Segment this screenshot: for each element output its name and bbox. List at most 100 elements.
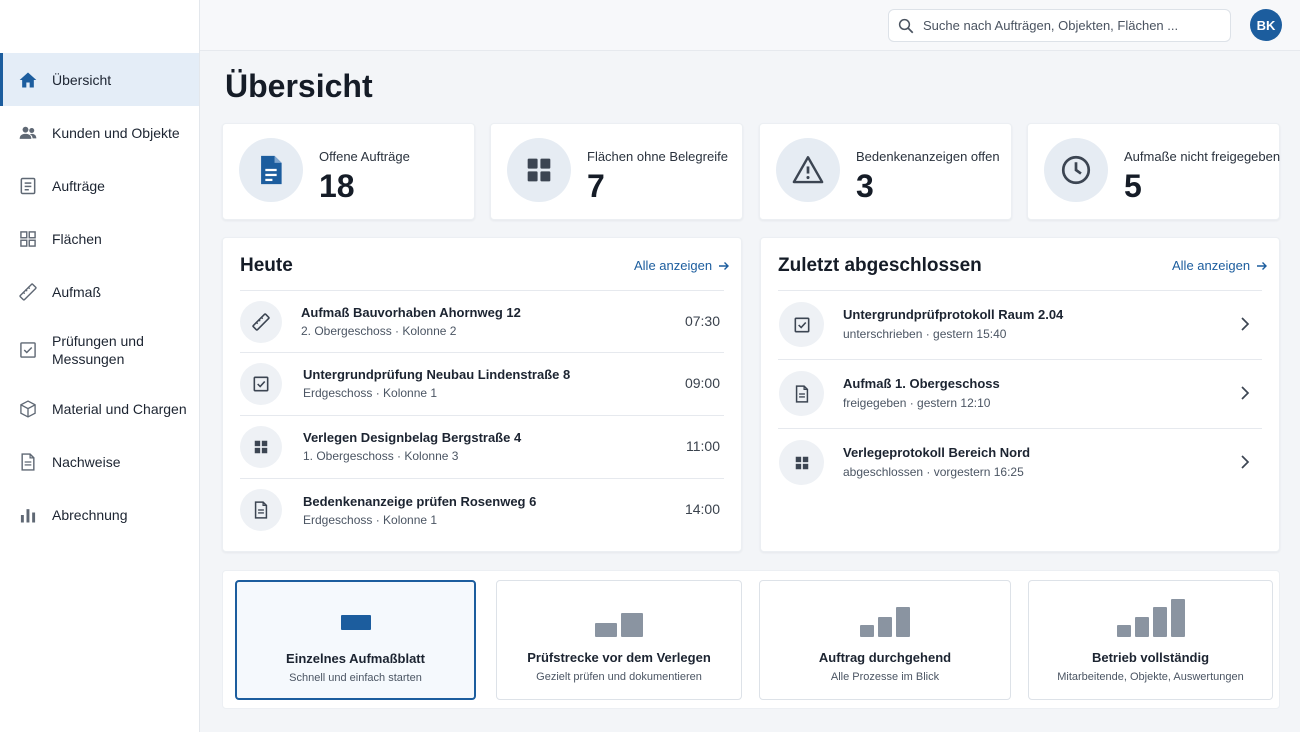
document-icon: [779, 371, 824, 416]
recent-panel: Zuletzt abgeschlossen Alle anzeigen Unte…: [760, 237, 1280, 552]
stat-label: Flächen ohne Belegreife: [587, 149, 728, 164]
stat-value: 18: [319, 168, 355, 204]
page-title: Übersicht: [225, 68, 373, 104]
checkbox-icon: [240, 363, 282, 405]
box-icon: [18, 399, 38, 419]
arrow-right-icon: [719, 261, 730, 270]
plan-option-pruefstrecke[interactable]: Prüfstrecke vor dem Verlegen Gezielt prü…: [496, 580, 742, 700]
link-label: Alle anzeigen: [1172, 258, 1251, 273]
plan-subtitle: Mitarbeitende, Objekte, Auswertungen: [1057, 671, 1244, 683]
document-icon: [239, 138, 303, 202]
plan-option-auftrag-durchgehend[interactable]: Auftrag durchgehend Alle Prozesse im Bli…: [759, 580, 1011, 700]
item-title: Untergrundprüfung Neubau Lindenstraße 8: [303, 367, 571, 382]
sidebar-item-pruefungen[interactable]: Prüfungen und Messungen: [0, 318, 199, 382]
stat-card-bedenkenanzeigen[interactable]: Bedenkenanzeigen offen 3: [759, 123, 1012, 220]
stat-card-aufmasse[interactable]: Aufmaße nicht freigegeben 5: [1027, 123, 1280, 220]
sidebar-item-label: Aufmaß: [52, 283, 102, 300]
plan-level-icon: [497, 595, 741, 637]
plan-subtitle: Schnell und einfach starten: [289, 672, 422, 684]
grid-icon: [507, 138, 571, 202]
item-title: Verlegeprotokoll Bereich Nord: [843, 445, 1031, 460]
item-subtitle: 2. Obergeschoss · Kolonne 2: [301, 324, 457, 338]
sidebar-item-abrechnung[interactable]: Abrechnung: [0, 488, 199, 541]
stat-value: 3: [856, 168, 874, 204]
link-label: Alle anzeigen: [634, 258, 713, 273]
bar-chart-icon: [18, 505, 38, 525]
plan-option-einzelnes-aufmassblatt[interactable]: Einzelnes Aufmaßblatt Schnell und einfac…: [235, 580, 476, 700]
item-subtitle: Erdgeschoss · Kolonne 1: [303, 386, 438, 400]
sidebar-item-label: Prüfungen und Messungen: [52, 333, 144, 367]
sidebar-item-kunden[interactable]: Kunden und Objekte: [0, 106, 199, 159]
document-icon: [18, 452, 38, 472]
sidebar-nav: Übersicht Kunden und Objekte Aufträge Fl…: [0, 53, 199, 541]
plan-title: Einzelnes Aufmaßblatt: [286, 651, 425, 666]
item-time: 11:00: [686, 438, 720, 454]
item-title: Untergrundprüfprotokoll Raum 2.04: [843, 307, 1064, 322]
plan-title: Prüfstrecke vor dem Verlegen: [527, 650, 711, 665]
today-panel: Heute Alle anzeigen Aufmaß Bauvorhaben A…: [222, 237, 742, 552]
sidebar-item-material[interactable]: Material und Chargen: [0, 382, 199, 435]
sidebar-item-label: Kunden und Objekte: [52, 124, 180, 141]
stat-value: 5: [1124, 168, 1142, 204]
chevron-right-icon: [1241, 386, 1250, 400]
plan-level-icon: [1029, 595, 1272, 637]
plan-level-icon: [237, 596, 474, 638]
chevron-right-icon: [1241, 455, 1250, 469]
item-title: Bedenkenanzeige prüfen Rosenweg 6: [303, 494, 537, 509]
sidebar-item-label: Übersicht: [52, 71, 112, 88]
users-icon: [18, 123, 38, 143]
item-subtitle: 1. Obergeschoss · Kolonne 3: [303, 449, 459, 463]
checkbox-icon: [779, 302, 824, 347]
panel-title: Heute: [240, 255, 293, 276]
search-box[interactable]: [888, 9, 1231, 42]
sidebar-item-auftraege[interactable]: Aufträge: [0, 159, 199, 212]
checkbox-icon: [18, 340, 38, 360]
stat-card-offene-auftraege[interactable]: Offene Aufträge 18: [222, 123, 475, 220]
grid-icon: [779, 440, 824, 485]
stat-label: Bedenkenanzeigen offen: [856, 149, 1000, 164]
search-input[interactable]: [923, 18, 1223, 33]
stat-value: 7: [587, 168, 605, 204]
sidebar-item-label: Flächen: [52, 230, 102, 247]
top-bar: BK: [200, 0, 1300, 51]
arrow-right-icon: [1257, 261, 1268, 270]
today-item[interactable]: Verlegen Designbelag Bergstraße 4 1. Obe…: [240, 415, 724, 478]
sidebar-item-label: Abrechnung: [52, 506, 128, 523]
item-title: Aufmaß 1. Obergeschoss: [843, 376, 1000, 391]
avatar[interactable]: BK: [1250, 9, 1282, 41]
item-subtitle: Erdgeschoss · Kolonne 1: [303, 513, 438, 527]
plan-title: Auftrag durchgehend: [818, 650, 952, 665]
plan-level-icon: [760, 595, 1010, 637]
sidebar-item-aufmass[interactable]: Aufmaß: [0, 265, 199, 318]
item-subtitle: unterschrieben · gestern 15:40: [843, 327, 1007, 341]
today-show-all-link[interactable]: Alle anzeigen: [634, 258, 730, 273]
plan-subtitle: Alle Prozesse im Blick: [830, 671, 940, 683]
grid-icon: [240, 426, 282, 468]
plan-selector: Einzelnes Aufmaßblatt Schnell und einfac…: [222, 570, 1280, 709]
recent-item[interactable]: Verlegeprotokoll Bereich Nord abgeschlos…: [778, 428, 1262, 497]
recent-item[interactable]: Untergrundprüfprotokoll Raum 2.04 unters…: [778, 290, 1262, 359]
sidebar-item-label: Material und Chargen: [52, 400, 187, 417]
recent-show-all-link[interactable]: Alle anzeigen: [1172, 258, 1268, 273]
stat-card-flaechen[interactable]: Flächen ohne Belegreife 7: [490, 123, 743, 220]
search-icon: [898, 18, 914, 33]
plan-title: Betrieb vollständig: [1091, 650, 1210, 665]
item-title: Verlegen Designbelag Bergstraße 4: [303, 430, 522, 445]
plan-option-betrieb-vollstaendig[interactable]: Betrieb vollständig Mitarbeitende, Objek…: [1028, 580, 1273, 700]
stat-label: Offene Aufträge: [319, 149, 410, 164]
grid-icon: [18, 229, 38, 249]
document-icon: [240, 489, 282, 531]
today-item[interactable]: Bedenkenanzeige prüfen Rosenweg 6 Erdges…: [240, 478, 724, 541]
sidebar-item-nachweise[interactable]: Nachweise: [0, 435, 199, 488]
item-title: Aufmaß Bauvorhaben Ahornweg 12: [301, 305, 521, 320]
home-icon: [18, 70, 38, 90]
recent-item[interactable]: Aufmaß 1. Obergeschoss freigegeben · ges…: [778, 359, 1262, 428]
sidebar-item-flaechen[interactable]: Flächen: [0, 212, 199, 265]
sidebar-item-uebersicht[interactable]: Übersicht: [0, 53, 199, 106]
today-item[interactable]: Untergrundprüfung Neubau Lindenstraße 8 …: [240, 352, 724, 415]
item-subtitle: abgeschlossen · vorgestern 16:25: [843, 465, 1024, 479]
sidebar: Übersicht Kunden und Objekte Aufträge Fl…: [0, 0, 200, 732]
item-time: 14:00: [684, 501, 720, 517]
today-item[interactable]: Aufmaß Bauvorhaben Ahornweg 12 2. Oberge…: [240, 290, 724, 353]
ruler-icon: [240, 301, 282, 343]
